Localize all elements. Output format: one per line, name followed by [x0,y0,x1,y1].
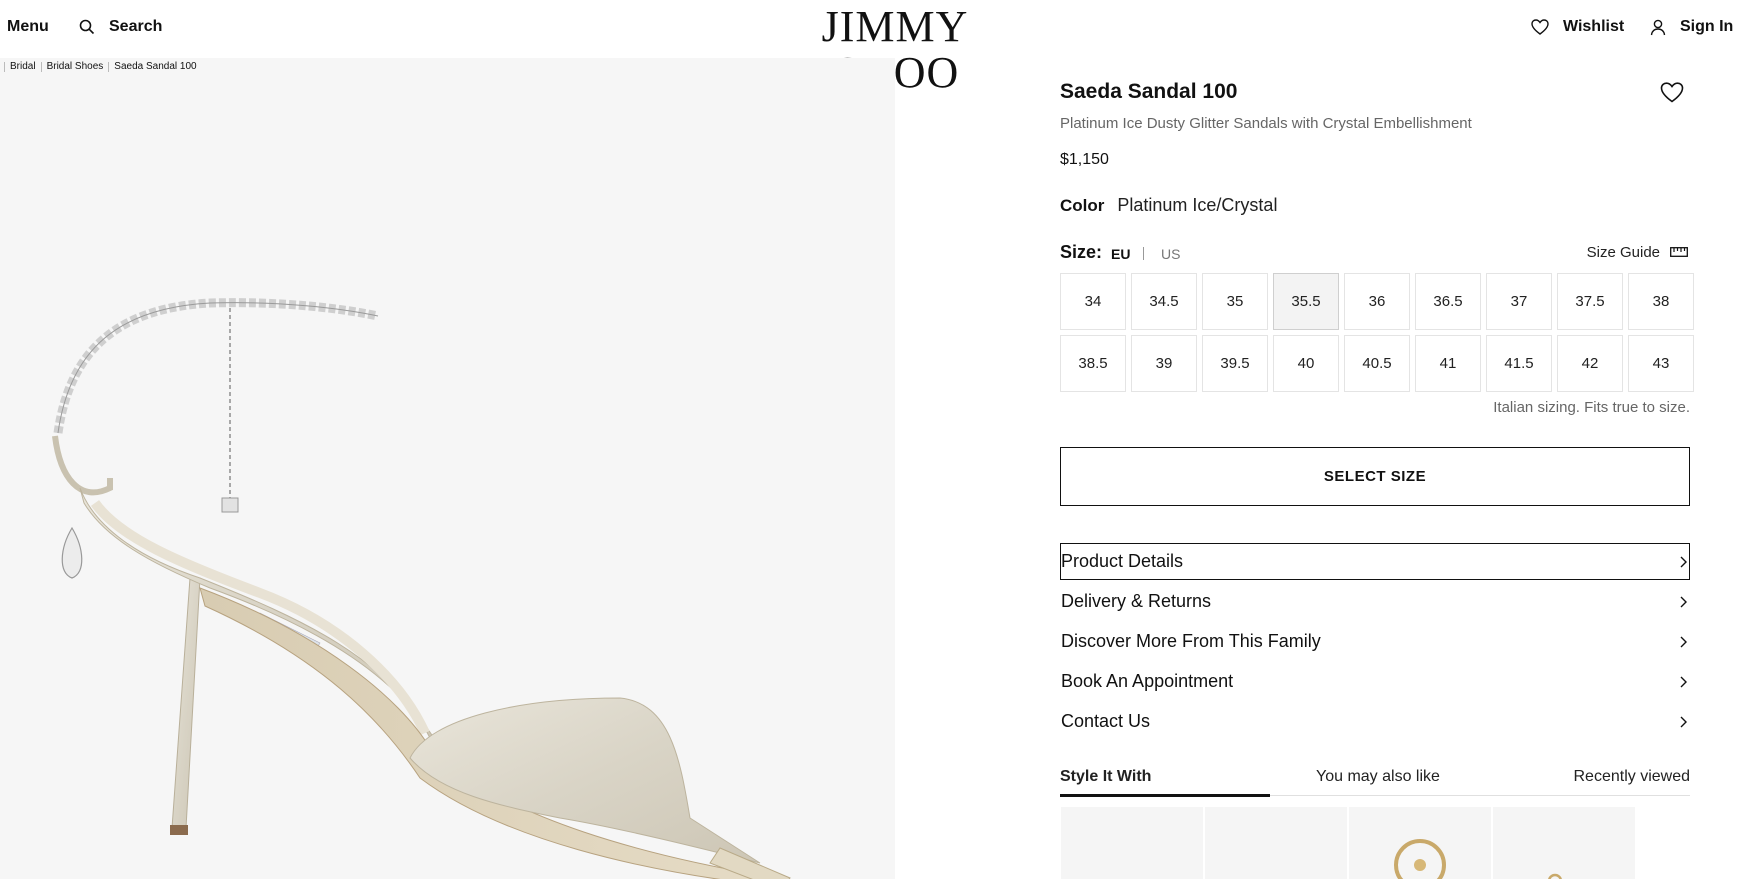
size-option[interactable]: 37 [1486,273,1552,330]
accordion-label: Discover More From This Family [1061,631,1321,651]
size-guide-label: Size Guide [1586,244,1660,261]
add-to-wishlist-button[interactable] [1660,82,1684,108]
product-image[interactable] [0,58,895,879]
size-option[interactable]: 40.5 [1344,335,1410,392]
recommendation-carousel [1060,807,1690,879]
ruler-icon [1660,244,1688,261]
product-price: $1,150 [1060,151,1109,168]
accordion-book-appointment[interactable]: Book An Appointment [1060,663,1690,700]
jimmy-choo-logo[interactable]: JIMMY CHOO [760,4,1030,96]
size-option[interactable]: 38.5 [1060,335,1126,392]
size-option[interactable]: 43 [1628,335,1694,392]
recommendation-tabs: Style It With You may also like Recently… [1060,768,1691,797]
select-size-button[interactable]: SELECT SIZE [1060,447,1690,506]
size-option[interactable]: 42 [1557,335,1623,392]
product-subtitle: Platinum Ice Dusty Glitter Sandals with … [1060,115,1472,132]
accordion-discover-family[interactable]: Discover More From This Family [1060,623,1690,660]
menu-label: Menu [7,18,49,35]
chevron-right-icon [1680,596,1687,608]
tab-style-it-with[interactable]: Style It With [1060,768,1151,786]
jewelry-image [1548,873,1562,879]
accordion-product-details[interactable]: Product Details [1060,543,1690,580]
product-thumbnail[interactable] [1349,807,1491,879]
breadcrumb-current[interactable]: Saeda Sandal 100 [114,61,196,72]
menu-button[interactable]: Menu [7,18,49,36]
tab-you-may-also-like[interactable]: You may also like [1316,768,1440,786]
size-grid: 34 34.5 35 35.5 36 36.5 37 37.5 38 38.5 39 39.5 40 40… [1060,273,1694,392]
breadcrumb-separator [40,61,42,72]
size-option[interactable]: 36 [1344,273,1410,330]
size-option[interactable]: 39 [1131,335,1197,392]
tab-recently-viewed[interactable]: Recently viewed [1574,768,1691,786]
active-tab-indicator [1060,794,1270,797]
size-option[interactable]: 36.5 [1415,273,1481,330]
size-option[interactable]: 35.5 [1273,273,1339,330]
size-option[interactable]: 39.5 [1202,335,1268,392]
size-system-divider [1143,247,1144,260]
size-header: Size: EU US Size Guide [1060,242,1690,264]
size-system-us[interactable]: US [1161,246,1180,262]
chevron-right-icon [1680,556,1687,568]
size-option[interactable]: 41 [1415,335,1481,392]
wishlist-label: Wishlist [1563,18,1625,35]
chevron-right-icon [1680,676,1687,688]
accordion-label: Delivery & Returns [1061,591,1212,611]
site-header: Menu Search JIMMY CHOO Wishlist Sign In [0,0,1737,96]
chevron-right-icon [1680,636,1687,648]
sign-in-link[interactable]: Sign In [1650,18,1733,36]
accordion-label: Book An Appointment [1061,671,1234,691]
breadcrumb-bridal[interactable]: Bridal [10,61,36,72]
heart-icon [1660,82,1684,103]
accordion-delivery-returns[interactable]: Delivery & Returns [1060,583,1690,620]
wishlist-link[interactable]: Wishlist [1531,18,1624,36]
sizing-note: Italian sizing. Fits true to size. [1493,399,1690,416]
accordion-label: Product Details [1061,551,1184,571]
accordion-contact-us[interactable]: Contact Us [1060,703,1690,740]
accordion-label: Contact Us [1061,711,1151,731]
breadcrumb-separator [108,61,110,72]
size-option[interactable]: 38 [1628,273,1694,330]
color-value: Platinum Ice/Crystal [1117,195,1278,215]
sandal-illustration [52,298,791,879]
size-option[interactable]: 40 [1273,335,1339,392]
earring-image [1394,839,1446,879]
breadcrumb-bridal-shoes[interactable]: Bridal Shoes [47,61,104,72]
product-accordion: Product Details Delivery & Returns Disco… [1060,543,1690,743]
product-title: Saeda Sandal 100 [1060,80,1238,103]
product-thumbnail[interactable] [1493,807,1635,879]
size-option[interactable]: 35 [1202,273,1268,330]
search-button[interactable]: Search [79,18,162,36]
size-label: Size: [1060,242,1103,262]
size-option[interactable]: 37.5 [1557,273,1623,330]
search-icon [79,19,95,35]
product-thumbnail[interactable] [1061,807,1203,879]
size-option[interactable]: 34 [1060,273,1126,330]
product-thumbnail[interactable] [1205,807,1347,879]
user-icon [1650,19,1666,36]
breadcrumb: Bridal Bridal Shoes Saeda Sandal 100 [4,61,197,72]
size-option[interactable]: 34.5 [1131,273,1197,330]
size-guide-link[interactable]: Size Guide [1587,244,1688,261]
size-system-eu[interactable]: EU [1111,246,1130,262]
color-row: Color Platinum Ice/Crystal [1060,195,1277,216]
chevron-right-icon [1680,716,1687,728]
breadcrumb-separator [4,61,5,72]
sign-in-label: Sign In [1680,18,1734,35]
search-label: Search [109,18,163,35]
heart-icon [1531,19,1549,35]
size-option[interactable]: 41.5 [1486,335,1552,392]
color-label: Color [1060,196,1105,215]
